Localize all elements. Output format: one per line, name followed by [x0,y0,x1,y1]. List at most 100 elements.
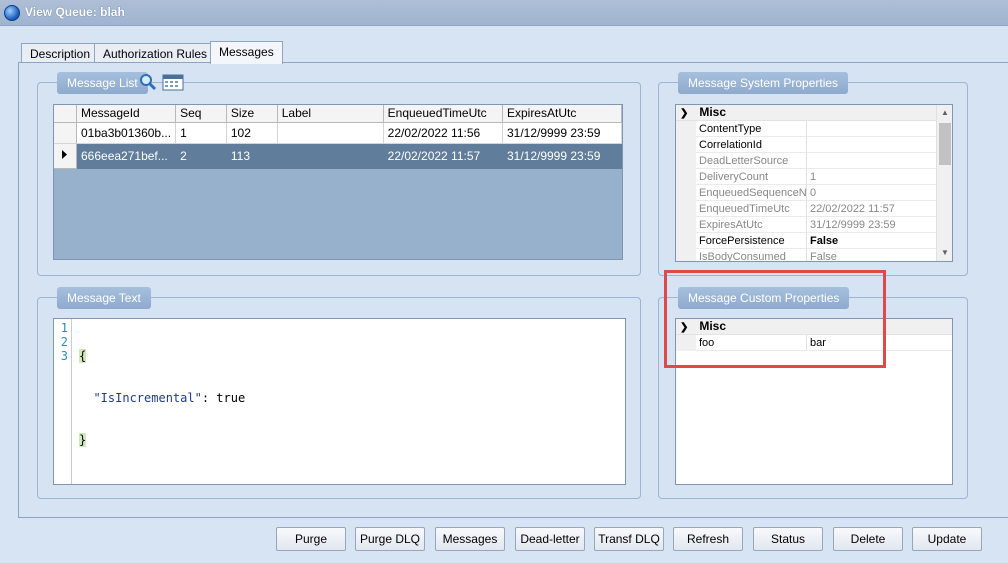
table-row-selected[interactable]: 666eea271bef... 2 113 22/02/2022 11:57 3… [54,143,622,169]
table-cell: 22/02/2022 11:57 [383,143,503,169]
status-button[interactable]: Status [753,527,823,551]
property-row[interactable]: IsBodyConsumed False [676,249,938,261]
table-cell [277,143,384,169]
system-properties-header: Message System Properties [678,72,849,94]
category-label: Misc [699,319,727,333]
property-value[interactable]: 0 [807,185,938,201]
property-value[interactable]: 22/02/2022 11:57 [807,201,938,217]
code-content: { "IsIncremental": true } [79,321,245,475]
property-value[interactable]: False [807,233,938,249]
message-list-header: Message List [57,72,148,94]
message-text-header: Message Text [57,287,151,309]
property-name: ContentType [696,121,807,137]
table-cell: 102 [226,122,278,144]
table-cell: 1 [175,122,227,144]
line-number-gutter: 1 2 3 [54,319,72,484]
open-brace: { [79,349,87,363]
search-icon[interactable] [139,73,157,91]
refresh-button[interactable]: Refresh [673,527,743,551]
row-header-corner [54,105,77,123]
message-table: MessageId Seq Size Label EnqueuedTimeUtc… [54,105,622,169]
property-row[interactable]: CorrelationId [676,137,938,153]
property-name: ExpiresAtUtc [696,217,807,233]
property-value[interactable] [807,153,938,169]
table-cell: 2 [175,143,227,169]
delete-button[interactable]: Delete [833,527,903,551]
property-name: CorrelationId [696,137,807,153]
collapse-chevron-icon[interactable]: ❯ [680,108,696,119]
close-brace: } [79,433,87,447]
update-button[interactable]: Update [912,527,982,551]
scroll-up-arrow-icon[interactable]: ▲ [937,105,952,121]
message-text-editor[interactable]: 1 2 3 { "IsIncremental": true } [53,318,626,485]
property-value[interactable] [807,137,938,153]
purge-dlq-button[interactable]: Purge DLQ [355,527,425,551]
column-header[interactable]: Size [226,105,278,123]
table-header-row: MessageId Seq Size Label EnqueuedTimeUtc… [54,105,622,123]
property-row[interactable]: ContentType [676,121,938,137]
table-cell: 113 [226,143,278,169]
tab-description[interactable]: Description [21,43,100,63]
column-header[interactable]: EnqueuedTimeUtc [383,105,503,123]
line-number: 1 [60,321,68,335]
property-row[interactable]: DeadLetterSource [676,153,938,169]
property-row[interactable]: ForcePersistence False [676,233,938,249]
property-row[interactable]: ExpiresAtUtc 31/12/9999 23:59 [676,217,938,233]
line-number: 3 [60,349,68,363]
table-cell: 666eea271bef... [76,143,177,169]
property-name: DeadLetterSource [696,153,807,169]
column-header[interactable]: Label [277,105,384,123]
category-label: Misc [699,105,727,119]
purge-button[interactable]: Purge [276,527,346,551]
property-value[interactable]: 31/12/9999 23:59 [807,217,938,233]
property-name: DeliveryCount [696,169,807,185]
property-name: ForcePersistence [696,233,807,249]
column-header[interactable]: Seq [175,105,227,123]
json-value: : true [201,391,246,405]
table-row[interactable]: 01ba3b01360b... 1 102 22/02/2022 11:56 3… [54,122,622,144]
custom-properties-grid[interactable]: ❯ Misc foo bar [675,318,953,485]
tab-messages[interactable]: Messages [210,41,283,64]
property-name: EnqueuedTimeUtc [696,201,807,217]
property-value[interactable]: 1 [807,169,938,185]
table-cell: 22/02/2022 11:56 [383,122,503,144]
dead-letter-button[interactable]: Dead-letter [515,527,585,551]
table-cell: 01ba3b01360b... [76,122,177,144]
scroll-thumb[interactable] [939,123,951,165]
title-bar: View Queue: blah [0,0,1008,26]
vertical-scrollbar[interactable]: ▲ ▼ [936,105,952,261]
property-row[interactable]: DeliveryCount 1 [676,169,938,185]
property-row[interactable]: EnqueuedSequenceN 0 [676,185,938,201]
system-properties-grid[interactable]: ❯ Misc ContentType CorrelationId DeadLet… [675,104,953,262]
column-header[interactable]: ExpiresAtUtc [502,105,622,123]
json-key: "IsIncremental" [93,391,202,405]
window-title: View Queue: blah [25,5,125,19]
line-number: 2 [60,335,68,349]
scroll-down-arrow-icon[interactable]: ▼ [937,245,952,261]
property-value[interactable] [807,121,938,137]
messages-button[interactable]: Messages [435,527,505,551]
tab-authorization-rules[interactable]: Authorization Rules [94,43,217,63]
property-name: foo [696,335,807,351]
custom-properties-header: Message Custom Properties [678,287,850,309]
table-cell: 31/12/9999 23:59 [502,143,622,169]
row-header[interactable] [54,143,77,169]
category-misc[interactable]: ❯ Misc [676,319,952,335]
row-header[interactable] [54,122,77,144]
transf-dlq-button[interactable]: Transf DLQ [594,527,664,551]
table-cell [277,122,384,144]
property-row[interactable]: foo bar [676,335,952,351]
property-row[interactable]: EnqueuedTimeUtc 22/02/2022 11:57 [676,201,938,217]
message-list-grid[interactable]: MessageId Seq Size Label EnqueuedTimeUtc… [53,104,623,260]
app-globe-icon [4,5,20,21]
property-value[interactable]: bar [807,335,952,351]
table-cell: 31/12/9999 23:59 [502,122,622,144]
current-row-arrow-icon [62,149,67,159]
property-name: EnqueuedSequenceN [696,185,807,201]
column-header[interactable]: MessageId [76,105,177,123]
collapse-chevron-icon[interactable]: ❯ [680,322,696,333]
category-misc[interactable]: ❯ Misc [676,105,952,121]
property-value[interactable]: False [807,249,938,261]
property-name: IsBodyConsumed [696,249,807,261]
calendar-icon[interactable] [162,73,184,91]
